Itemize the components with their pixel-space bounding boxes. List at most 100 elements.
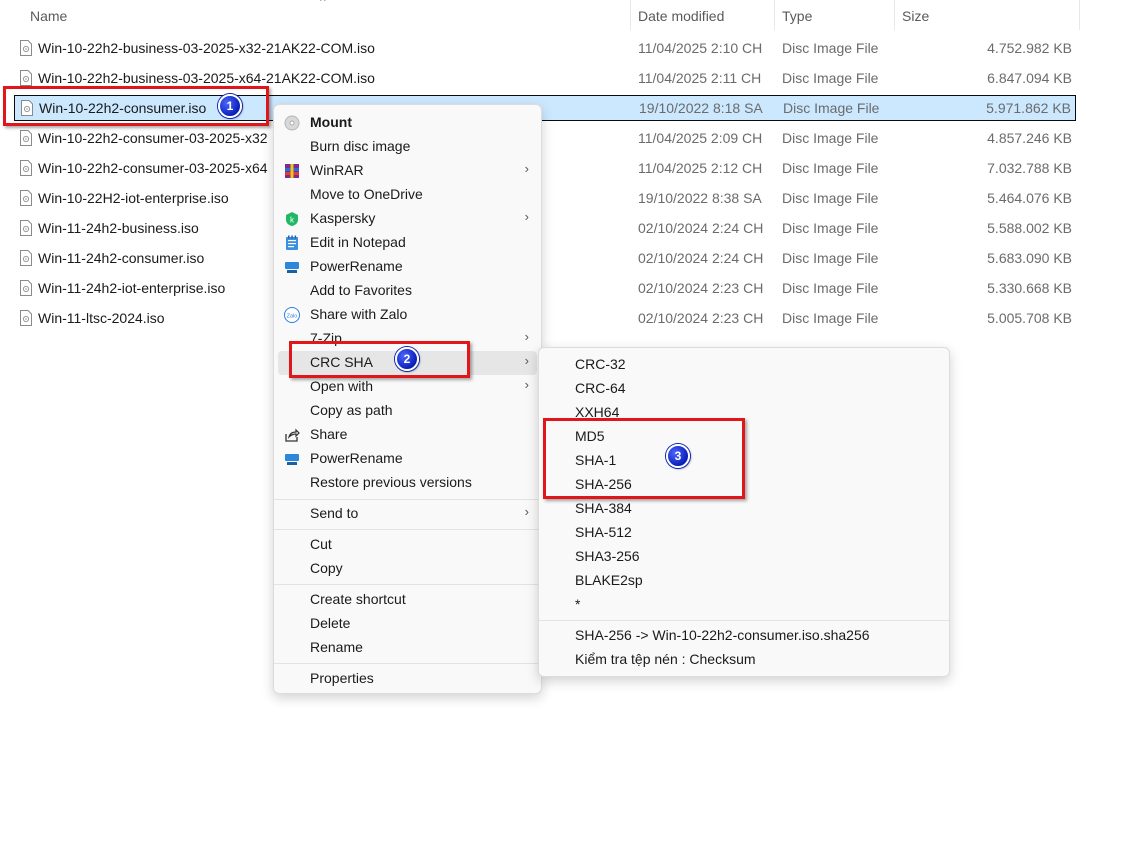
file-row[interactable]: Win-10-22H2-iot-enterprise.iso 19/10/202… — [14, 186, 1076, 212]
file-name: Win-10-22h2-consumer-03-2025-x64 — [38, 160, 268, 176]
file-row[interactable]: Win-10-22h2-consumer-03-2025-x32 11/04/2… — [14, 126, 1076, 152]
column-divider[interactable] — [894, 0, 895, 30]
disc-image-file-icon — [20, 280, 32, 296]
submenu-label: BLAKE2sp — [575, 572, 643, 588]
file-type: Disc Image File — [782, 160, 879, 176]
file-date: 11/04/2025 2:12 CH — [638, 160, 763, 176]
file-row[interactable]: Win-11-24h2-business.iso 02/10/2024 2:24… — [14, 216, 1076, 242]
file-date: 11/04/2025 2:11 CH — [638, 70, 762, 86]
menu-item-send-to[interactable]: Send to › — [274, 502, 541, 526]
menu-label: Open with — [310, 378, 374, 394]
submenu-item-checksum[interactable]: Kiểm tra tệp nén : Checksum — [539, 648, 949, 672]
disc-image-file-icon — [20, 190, 32, 206]
column-name[interactable]: Name — [30, 8, 67, 24]
notepad-icon — [286, 235, 298, 250]
submenu-item-crc64[interactable]: CRC-64 — [539, 377, 949, 401]
powerrename-icon — [285, 262, 299, 273]
file-size: 5.330.668 KB — [987, 280, 1072, 296]
file-name: Win-10-22h2-business-03-2025-x64-21AK22-… — [38, 70, 375, 86]
file-name: Win-11-ltsc-2024.iso — [38, 310, 165, 326]
submenu-item-all[interactable]: * — [539, 593, 949, 617]
menu-label: Move to OneDrive — [310, 186, 423, 202]
submenu-item-sha384[interactable]: SHA-384 — [539, 497, 949, 521]
submenu-item-sha512[interactable]: SHA-512 — [539, 521, 949, 545]
menu-item-properties[interactable]: Properties — [274, 667, 541, 691]
file-row[interactable]: Win-11-24h2-consumer.iso 02/10/2024 2:24… — [14, 246, 1076, 272]
disc-image-file-icon — [20, 70, 32, 86]
column-divider[interactable] — [774, 0, 775, 30]
step-badge-2: 2 — [395, 347, 419, 371]
menu-item-mount[interactable]: Mount — [274, 111, 541, 135]
disc-image-file-icon — [20, 310, 32, 326]
menu-item-kaspersky[interactable]: k Kaspersky › — [274, 207, 541, 231]
menu-item-rename[interactable]: Rename — [274, 636, 541, 660]
submenu-label: CRC-64 — [575, 380, 626, 396]
file-size: 4.752.982 KB — [987, 40, 1072, 56]
menu-item-onedrive[interactable]: Move to OneDrive — [274, 183, 541, 207]
file-size: 4.857.246 KB — [987, 130, 1072, 146]
menu-item-delete[interactable]: Delete — [274, 612, 541, 636]
menu-item-powerrename[interactable]: PowerRename — [274, 255, 541, 279]
menu-label: Share with Zalo — [310, 306, 408, 322]
file-size: 7.032.788 KB — [987, 160, 1072, 176]
menu-item-cut[interactable]: Cut — [274, 533, 541, 557]
menu-label: Send to — [310, 505, 359, 521]
step-badge-1: 1 — [218, 94, 242, 118]
submenu-item-sha256-file[interactable]: SHA-256 -> Win-10-22h2-consumer.iso.sha2… — [539, 624, 949, 648]
menu-label: Copy — [310, 560, 343, 576]
highlight-box-hash-options — [543, 418, 745, 499]
file-name: Win-10-22H2-iot-enterprise.iso — [38, 190, 229, 206]
chevron-right-icon: › — [524, 377, 529, 392]
sort-caret-icon: ^ — [320, 0, 326, 8]
column-date-modified[interactable]: Date modified — [638, 8, 724, 24]
file-date: 02/10/2024 2:23 CH — [638, 280, 764, 296]
menu-item-share-zalo[interactable]: Zalo Share with Zalo — [274, 303, 541, 327]
menu-item-winrar[interactable]: WinRAR › — [274, 159, 541, 183]
submenu-label: Kiểm tra tệp nén : Checksum — [575, 651, 756, 667]
menu-label: Edit in Notepad — [310, 234, 406, 250]
menu-item-copy-as-path[interactable]: Copy as path — [274, 399, 541, 423]
file-date: 02/10/2024 2:24 CH — [638, 220, 764, 236]
file-type: Disc Image File — [782, 40, 879, 56]
column-divider[interactable] — [1079, 0, 1080, 30]
file-date: 11/04/2025 2:10 CH — [638, 40, 763, 56]
file-size: 5.971.862 KB — [986, 100, 1071, 116]
menu-item-restore-versions[interactable]: Restore previous versions — [274, 471, 541, 495]
menu-label: Mount — [310, 114, 352, 130]
menu-item-powerrename-2[interactable]: PowerRename — [274, 447, 541, 471]
file-size: 5.464.076 KB — [987, 190, 1072, 206]
menu-label: PowerRename — [310, 450, 403, 466]
file-row[interactable]: Win-11-ltsc-2024.iso 02/10/2024 2:23 CH … — [14, 306, 1076, 332]
file-size: 5.588.002 KB — [987, 220, 1072, 236]
menu-label: Burn disc image — [310, 138, 411, 154]
column-size[interactable]: Size — [902, 8, 929, 24]
menu-item-create-shortcut[interactable]: Create shortcut — [274, 588, 541, 612]
menu-item-copy[interactable]: Copy — [274, 557, 541, 581]
submenu-item-blake2sp[interactable]: BLAKE2sp — [539, 569, 949, 593]
file-row[interactable]: Win-10-22h2-business-03-2025-x32-21AK22-… — [14, 36, 1076, 62]
disc-image-file-icon — [20, 220, 32, 236]
menu-label: Restore previous versions — [310, 474, 472, 490]
disc-image-file-icon — [20, 130, 32, 146]
submenu-item-crc32[interactable]: CRC-32 — [539, 353, 949, 377]
submenu-separator — [539, 620, 949, 621]
submenu-label: CRC-32 — [575, 356, 626, 372]
menu-item-edit-notepad[interactable]: Edit in Notepad — [274, 231, 541, 255]
zalo-icon: Zalo — [284, 307, 300, 323]
menu-separator — [274, 499, 541, 500]
file-row[interactable]: Win-10-22h2-consumer-03-2025-x64 11/04/2… — [14, 156, 1076, 182]
menu-item-burn[interactable]: Burn disc image — [274, 135, 541, 159]
file-name: Win-11-24h2-iot-enterprise.iso — [38, 280, 226, 296]
column-divider[interactable] — [630, 0, 631, 30]
kaspersky-icon: k — [286, 212, 298, 226]
submenu-item-sha3-256[interactable]: SHA3-256 — [539, 545, 949, 569]
file-name: Win-10-22h2-consumer-03-2025-x32 — [38, 130, 268, 146]
menu-item-add-favorites[interactable]: Add to Favorites — [274, 279, 541, 303]
file-size: 5.683.090 KB — [987, 250, 1072, 266]
column-type[interactable]: Type — [782, 8, 812, 24]
menu-item-open-with[interactable]: Open with › — [274, 375, 541, 399]
file-row[interactable]: Win-11-24h2-iot-enterprise.iso 02/10/202… — [14, 276, 1076, 302]
chevron-right-icon: › — [524, 329, 529, 344]
menu-label: Kaspersky — [310, 210, 376, 226]
menu-item-share[interactable]: Share — [274, 423, 541, 447]
